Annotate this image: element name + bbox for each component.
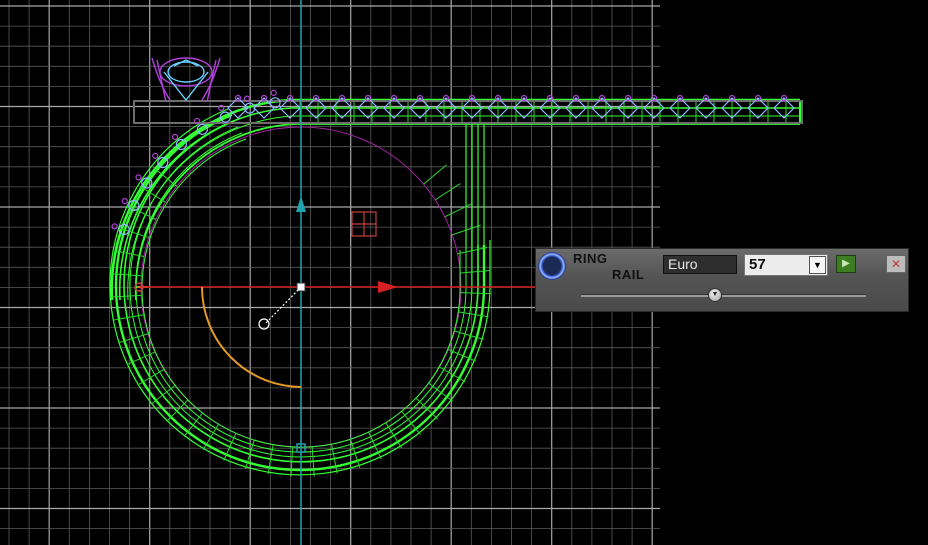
y-axis-arrow[interactable] <box>296 196 306 212</box>
close-button[interactable]: ✕ <box>886 255 906 273</box>
play-icon: ▶ <box>842 258 850 269</box>
x-axis-arrow[interactable] <box>378 281 398 293</box>
chevron-down-icon[interactable]: ▼ <box>809 256 826 274</box>
slider-track[interactable] <box>581 294 866 297</box>
ring-size-value: 57 <box>749 256 766 273</box>
slider-thumb[interactable]: ▼ <box>707 288 722 302</box>
ring-rail-panel: RING RAIL Euro 57 ▼ ▶ ✕ ▼ <box>535 248 909 312</box>
ring-icon <box>538 252 566 280</box>
crosshair-marker <box>351 211 377 237</box>
apply-button[interactable]: ▶ <box>836 255 856 273</box>
close-icon: ✕ <box>890 257 902 271</box>
panel-title-line1: RING <box>573 251 608 266</box>
profile-name-field[interactable]: Euro <box>663 255 737 274</box>
panel-title-line2: RAIL <box>612 267 645 282</box>
ring-size-select[interactable]: 57 ▼ <box>744 254 828 276</box>
